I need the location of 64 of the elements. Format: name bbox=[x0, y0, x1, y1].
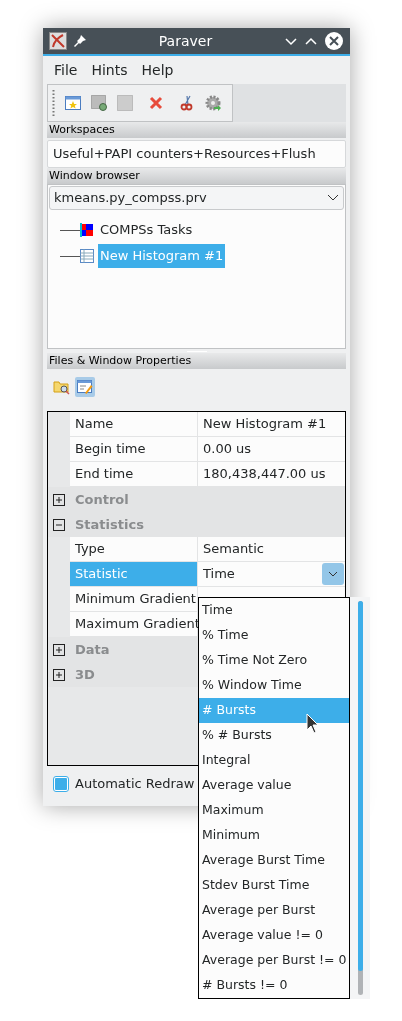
property-label[interactable]: Name bbox=[70, 412, 198, 436]
dropdown-option[interactable]: Average per Burst != 0 bbox=[199, 948, 349, 973]
dropdown-option[interactable]: % Time Not Zero bbox=[199, 648, 349, 673]
combo-value: kmeans.py_compss.prv bbox=[54, 189, 207, 208]
tree-line bbox=[60, 255, 80, 257]
edit-form-icon bbox=[77, 379, 93, 395]
dropdown-option[interactable]: Integral bbox=[199, 748, 349, 773]
table-icon bbox=[80, 249, 94, 263]
close-icon[interactable] bbox=[324, 31, 344, 51]
dropdown-option[interactable]: Maximum bbox=[199, 798, 349, 823]
category-label: Statistics bbox=[74, 515, 144, 534]
trace-combo[interactable]: kmeans.py_compss.prv bbox=[49, 186, 344, 210]
expand-icon[interactable] bbox=[53, 643, 65, 656]
tree-line bbox=[60, 229, 80, 231]
dropdown-option[interactable]: % Time bbox=[199, 623, 349, 648]
tree-item[interactable]: COMPSs Tasks bbox=[98, 218, 195, 242]
section-header: Window browser bbox=[47, 168, 346, 184]
category-label: 3D bbox=[74, 665, 95, 684]
dropdown-option[interactable]: Average Burst Time bbox=[199, 848, 349, 873]
mouse-cursor-icon bbox=[306, 713, 320, 735]
category-label: Control bbox=[74, 490, 129, 509]
property-label[interactable]: End time bbox=[70, 462, 198, 486]
folder-search-icon[interactable] bbox=[53, 379, 71, 395]
property-value[interactable]: Time bbox=[203, 564, 235, 584]
chevron-down-icon bbox=[328, 571, 338, 577]
dropdown-option[interactable]: Stdev Burst Time bbox=[199, 873, 349, 898]
grip-icon[interactable] bbox=[52, 89, 55, 117]
section-header: Workspaces bbox=[47, 122, 346, 138]
chevron-down-icon bbox=[327, 194, 339, 202]
menu-item[interactable]: Help bbox=[136, 59, 179, 81]
property-label[interactable]: Type bbox=[70, 537, 198, 561]
gear-icon[interactable] bbox=[205, 94, 222, 112]
expand-icon[interactable] bbox=[53, 668, 65, 681]
property-value: 0.00 us bbox=[203, 440, 252, 459]
menu-item[interactable]: Hints bbox=[86, 59, 133, 81]
scissors-icon[interactable] bbox=[179, 95, 195, 111]
window-title: Paraver bbox=[157, 31, 214, 51]
property-value: Semantic bbox=[203, 540, 264, 559]
properties-tab-button[interactable] bbox=[75, 377, 95, 397]
property-value: 180,438,447.00 us bbox=[203, 465, 326, 484]
property-value: New Histogram #1 bbox=[203, 415, 327, 434]
section-header: Files & Window Properties bbox=[47, 353, 346, 369]
scrollbar-thumb[interactable] bbox=[357, 601, 363, 971]
dropdown-option[interactable]: Minimum bbox=[199, 823, 349, 848]
dropdown-option[interactable]: Average per Burst bbox=[199, 898, 349, 923]
category-label: Data bbox=[74, 640, 110, 659]
dropdown-option[interactable]: Time bbox=[199, 598, 349, 623]
checkbox-label: Automatic Redraw bbox=[75, 775, 195, 794]
workspace-field[interactable]: Useful+PAPI counters+Resources+Flush bbox=[47, 140, 346, 168]
dropdown-option[interactable]: # Bursts != 0 bbox=[199, 973, 349, 998]
pin-icon[interactable] bbox=[73, 34, 87, 48]
collapse-icon[interactable] bbox=[53, 518, 65, 531]
dropdown-option[interactable]: % Window Time bbox=[199, 673, 349, 698]
expand-icon[interactable] bbox=[53, 493, 65, 506]
dropdown-option[interactable]: Average value != 0 bbox=[199, 923, 349, 948]
dropdown-option[interactable]: % # Bursts bbox=[199, 723, 349, 748]
property-label[interactable]: Begin time bbox=[70, 437, 198, 461]
timeline-icon bbox=[80, 223, 94, 237]
app-icon bbox=[49, 32, 67, 50]
menu-item[interactable]: File bbox=[49, 59, 83, 81]
delete-icon[interactable] bbox=[149, 96, 163, 110]
new-window-icon[interactable] bbox=[65, 95, 81, 111]
dropdown-option[interactable]: Average value bbox=[199, 773, 349, 798]
checkbox[interactable] bbox=[53, 776, 69, 792]
